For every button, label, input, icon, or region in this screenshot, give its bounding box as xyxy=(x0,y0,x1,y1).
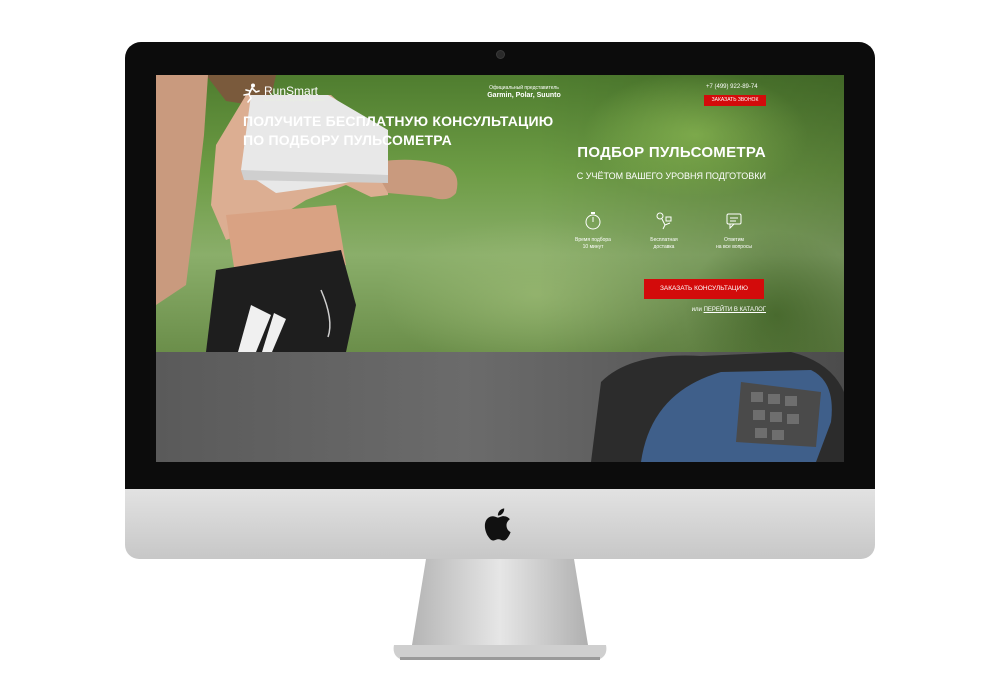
monitor-stand xyxy=(393,559,607,660)
feature-free-delivery: Бесплатная доставка xyxy=(634,211,694,251)
feature-3-line2: на все вопросы xyxy=(716,244,752,250)
website-screen: RunSmart Бегай легко - укрепляй здоровье… xyxy=(156,75,844,462)
feature-3-line1: Ответим xyxy=(724,237,744,243)
feature-2-line1: Бесплатная xyxy=(650,237,678,243)
feature-answers: Ответим на все вопросы xyxy=(704,211,764,251)
stopwatch-icon xyxy=(585,212,601,230)
promo-heading: ПОЛУЧИТЕ БЕСПЛАТНУЮ КОНСУЛЬТАЦИЮ ПО ПОДБ… xyxy=(243,112,553,150)
hero-subtitle: С УЧЁТОМ ВАШЕГО УРОВНЯ ПОДГОТОВКИ xyxy=(576,171,766,181)
brand-logo[interactable]: RunSmart Бегай легко - укрепляй здоровье xyxy=(242,83,325,103)
catalog-prefix: или xyxy=(691,307,702,313)
feature-2-line2: доставка xyxy=(653,244,675,250)
monitor-chin xyxy=(125,489,875,559)
rep-brands: Garmin, Polar, Suunto xyxy=(487,92,561,99)
brand-tagline: Бегай легко - укрепляй здоровье xyxy=(264,96,325,102)
feature-1-line1: Время подбора xyxy=(575,237,611,243)
order-call-button[interactable]: ЗАКАЗАТЬ ЗВОНОК xyxy=(704,95,766,106)
apple-logo-icon xyxy=(484,508,511,541)
promo-line-1: ПОЛУЧИТЕ БЕСПЛАТНУЮ КОНСУЛЬТАЦИЮ xyxy=(243,113,554,129)
catalog-row: или ПЕРЕЙТИ В КАТАЛОГ xyxy=(616,307,766,313)
feature-1-line2: 10 минут xyxy=(582,244,604,250)
rep-label: Официальный представитель xyxy=(489,85,559,91)
chat-icon xyxy=(726,213,742,230)
go-to-catalog-link[interactable]: ПЕРЕЙТИ В КАТАЛОГ xyxy=(704,307,766,313)
camera-icon xyxy=(496,50,505,59)
feature-selection-time: Время подбора 10 минут xyxy=(563,211,623,251)
official-representative: Официальный представитель Garmin, Polar,… xyxy=(474,85,574,99)
running-shoe-photo xyxy=(591,352,844,462)
brand-name: RunSmart xyxy=(264,83,319,98)
order-consultation-button[interactable]: ЗАКАЗАТЬ КОНСУЛЬТАЦИЮ xyxy=(644,279,764,299)
delivery-icon xyxy=(656,212,672,230)
runner-logo-icon xyxy=(243,83,260,103)
promo-line-2: ПО ПОДБОРУ ПУЛЬСОМЕТРА xyxy=(243,132,452,148)
hero-title: ПОДБОР ПУЛЬСОМЕТРА xyxy=(577,144,766,161)
promo-section-background xyxy=(156,352,844,462)
phone-number[interactable]: +7 (499) 922-89-74 xyxy=(706,84,758,90)
